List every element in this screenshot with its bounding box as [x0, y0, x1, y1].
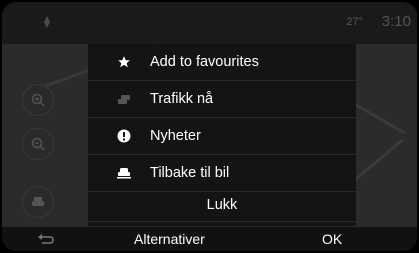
back-arrow-icon[interactable] — [22, 231, 66, 249]
zoom-out-icon — [31, 137, 45, 151]
menu-item-add-favourites[interactable]: Add to favourites — [88, 44, 356, 81]
clock: 3:10 — [381, 13, 411, 30]
vehicle-button[interactable] — [22, 186, 54, 218]
zoom-in-button[interactable] — [22, 84, 54, 116]
car-icon — [32, 197, 44, 206]
options-menu: Add to favourites Trafikk nå Nyheter Til… — [88, 44, 356, 226]
menu-item-traffic-now[interactable]: Trafikk nå — [88, 81, 356, 118]
zoom-out-button[interactable] — [22, 128, 54, 160]
menu-item-label: Tilbake til bil — [150, 165, 230, 181]
info-icon — [116, 128, 132, 144]
menu-item-back-to-car[interactable]: Tilbake til bil — [88, 155, 356, 192]
temperature: 27° — [346, 16, 363, 28]
nav-screen: 27° 3:10 Add to favourites Trafikk nå Ny… — [2, 2, 417, 251]
traffic-car-icon — [116, 91, 132, 107]
zoom-in-icon — [31, 93, 45, 107]
menu-item-news[interactable]: Nyheter — [88, 118, 356, 155]
bottom-bar: Alternativer OK — [2, 226, 417, 251]
status-bar: 27° 3:10 — [2, 2, 417, 44]
close-button[interactable]: Lukk — [88, 189, 356, 222]
menu-item-label: Nyheter — [150, 128, 201, 144]
car-icon — [116, 165, 132, 181]
menu-item-label: Trafikk nå — [150, 91, 214, 107]
menu-item-label: Add to favourites — [150, 54, 259, 70]
star-icon — [116, 54, 132, 70]
options-button[interactable]: Alternativer — [134, 231, 205, 247]
ok-button[interactable]: OK — [322, 231, 342, 247]
compass-icon[interactable] — [40, 15, 54, 29]
